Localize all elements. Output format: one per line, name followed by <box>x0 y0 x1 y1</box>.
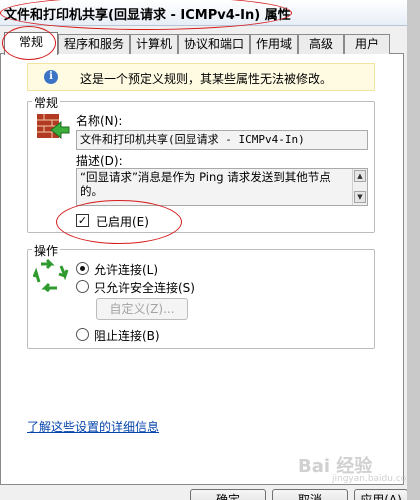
learn-more-link[interactable]: 了解这些设置的详细信息 <box>27 418 159 435</box>
firewall-rule-icon <box>35 108 71 144</box>
scroll-up-icon[interactable]: ▲ <box>354 170 366 182</box>
predefined-rule-notice: i 这是一个预定义规则，其某些属性无法被修改。 <box>27 63 375 91</box>
title-bar: 文件和打印机共享(回显请求 - ICMPv4-In) 属性 <box>0 0 420 26</box>
enabled-label: 已启用(E) <box>96 215 149 229</box>
secure-connection-label: 只允许安全连接(S) <box>94 281 195 295</box>
customize-button[interactable]: 自定义(Z)... <box>96 298 188 320</box>
description-field[interactable]: “回显请求”消息是作为 Ping 请求发送到其他节点的。 ▲ ▼ <box>76 168 368 206</box>
tab-computers[interactable]: 计算机 <box>130 34 178 54</box>
allow-connection-radio[interactable] <box>76 262 89 275</box>
window-edge-scrollbar <box>407 0 420 500</box>
description-text: “回显请求”消息是作为 Ping 请求发送到其他节点的。 <box>80 170 331 198</box>
notice-text: 这是一个预定义规则，其某些属性无法被修改。 <box>80 72 333 86</box>
tab-protocols-ports[interactable]: 协议和端口 <box>178 34 250 54</box>
description-scrollbar[interactable]: ▲ ▼ <box>352 169 367 205</box>
baidu-watermark-url: jingyan.baidu.com <box>332 474 416 484</box>
enabled-checkbox[interactable]: ✓ <box>76 214 89 227</box>
block-connection-label: 阻止连接(B) <box>94 329 160 343</box>
apply-button[interactable]: 应用(A) <box>354 489 408 500</box>
name-field[interactable]: 文件和打印机共享(回显请求 - ICMPv4-In) <box>76 130 368 150</box>
tab-scope[interactable]: 作用域 <box>250 34 298 54</box>
cancel-button[interactable]: 取消 <box>272 489 348 500</box>
tab-advanced[interactable]: 高级 <box>298 34 344 54</box>
tab-bar: 常规 程序和服务 计算机 协议和端口 作用域 高级 用户 <box>0 32 420 55</box>
ok-button[interactable]: 确定 <box>190 489 266 500</box>
tab-users[interactable]: 用户 <box>344 34 390 54</box>
recycle-arrows-icon <box>32 258 69 293</box>
action-group-label: 操作 <box>32 242 61 259</box>
window-title: 文件和打印机共享(回显请求 - ICMPv4-In) 属性 <box>4 8 291 23</box>
block-connection-radio[interactable] <box>76 328 89 341</box>
tab-programs-services[interactable]: 程序和服务 <box>58 34 130 54</box>
description-label: 描述(D): <box>76 154 123 168</box>
allow-connection-label: 允许连接(L) <box>94 263 159 277</box>
secure-connection-radio[interactable] <box>76 280 89 293</box>
info-icon: i <box>44 70 58 84</box>
scroll-down-icon[interactable]: ▼ <box>354 191 366 203</box>
tab-general[interactable]: 常规 <box>4 32 58 55</box>
name-label: 名称(N): <box>76 114 123 128</box>
